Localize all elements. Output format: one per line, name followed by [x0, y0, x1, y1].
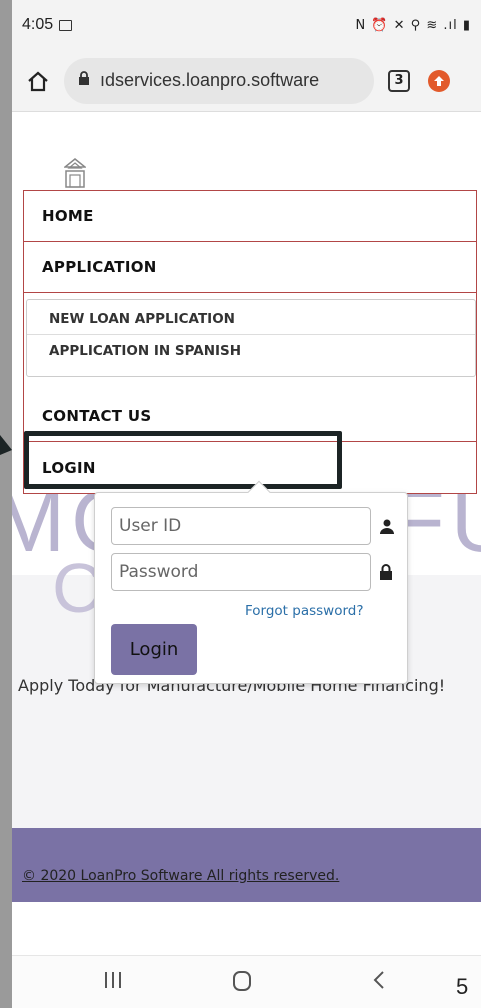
submenu-application-spanish[interactable]: APPLICATION IN SPANISH — [27, 335, 475, 366]
copyright-link[interactable]: © 2020 LoanPro Software All rights reser… — [22, 868, 339, 884]
lock-icon — [78, 70, 90, 91]
login-dropdown: Forgot password? Login — [94, 480, 408, 684]
password-input[interactable] — [111, 553, 371, 591]
page-number: 5 — [456, 974, 469, 999]
home-button[interactable] — [20, 63, 56, 99]
logo-icon — [62, 158, 88, 192]
image-notification-icon — [59, 19, 73, 31]
home-icon — [28, 71, 48, 91]
tab-switcher-button[interactable]: 3 — [388, 69, 410, 92]
url-field[interactable]: ıdservices.loanpro.software — [64, 57, 374, 104]
login-button[interactable]: Login — [111, 624, 197, 675]
nav-item-application[interactable]: APPLICATION — [24, 242, 476, 293]
phone-screen: 4:05 N ⏰ ✕ ⚲ ≋ .ıl ▮ ıdservices.loanpro.… — [12, 0, 481, 1008]
lock-field-icon — [379, 564, 395, 580]
status-bar: 4:05 N ⏰ ✕ ⚲ ≋ .ıl ▮ — [12, 0, 481, 50]
footer: © 2020 LoanPro Software All rights reser… — [12, 828, 481, 902]
status-icons: N ⏰ ✕ ⚲ ≋ .ıl ▮ — [355, 17, 471, 33]
status-time: 4:05 — [22, 16, 54, 33]
user-icon — [379, 518, 395, 534]
url-text: ıdservices.loanpro.software — [100, 70, 320, 90]
userid-row — [111, 507, 395, 545]
recent-apps-icon[interactable] — [104, 970, 122, 994]
nav-item-home[interactable]: HOME — [24, 191, 476, 242]
application-submenu: NEW LOAN APPLICATION APPLICATION IN SPAN… — [26, 299, 476, 377]
browser-toolbar: ıdservices.loanpro.software 3 — [12, 50, 481, 112]
home-nav-icon[interactable] — [232, 970, 252, 996]
submenu-new-loan-application[interactable]: NEW LOAN APPLICATION — [27, 304, 475, 335]
userid-input[interactable] — [111, 507, 371, 545]
android-nav-bar — [12, 955, 481, 1008]
forgot-password-link[interactable]: Forgot password? — [245, 603, 364, 619]
back-icon[interactable] — [372, 970, 386, 994]
password-row — [111, 553, 395, 591]
update-icon[interactable] — [428, 69, 450, 92]
login-highlight-box — [24, 431, 342, 489]
